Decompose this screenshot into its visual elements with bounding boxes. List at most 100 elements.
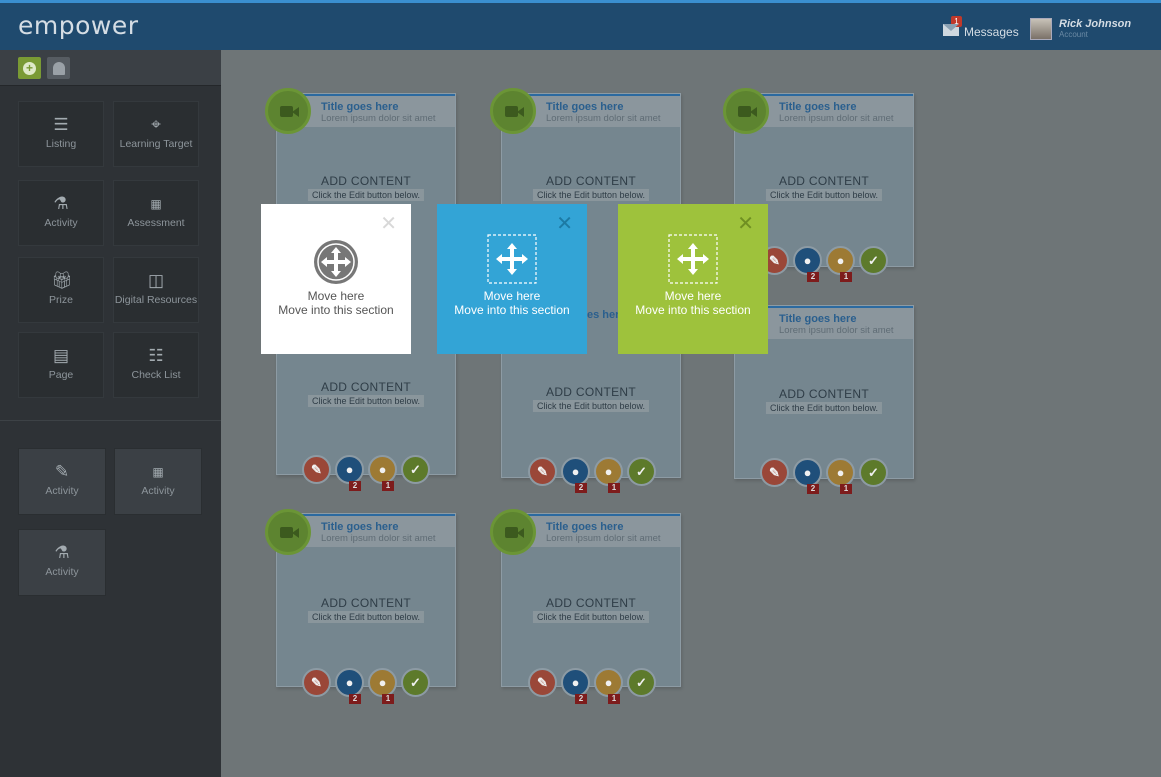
complete-button[interactable]: ✓ (401, 455, 430, 484)
tool-label: Activity (44, 217, 78, 229)
users-button[interactable]: ● 1 (594, 457, 623, 493)
add-content-label: ADD CONTENT (546, 174, 636, 188)
card-body: ADD CONTENT Click the Edit button below. (502, 547, 680, 686)
add-content-label: ADD CONTENT (321, 174, 411, 188)
comment-button[interactable]: ● 2 (793, 458, 822, 494)
sidebar-divider (0, 420, 221, 421)
messages-badge: 1 (951, 16, 962, 27)
card-subtitle: Lorem ipsum dolor sit amet (779, 325, 894, 336)
video-icon[interactable] (723, 88, 769, 134)
document-icon: ▤ (52, 346, 70, 365)
comment-button[interactable]: ● 2 (335, 668, 364, 704)
user-menu[interactable]: Rick Johnson Account (1030, 18, 1131, 40)
complete-button[interactable]: ✓ (859, 246, 888, 275)
tool-activity[interactable]: ⚗ Activity (18, 180, 104, 246)
tool-learning-target[interactable]: ⌖ Learning Target (113, 101, 199, 167)
close-icon[interactable]: ✕ (737, 214, 754, 234)
flask-icon: ⚗ (53, 194, 69, 213)
user-button[interactable] (47, 57, 70, 79)
add-content-hint: Click the Edit button below. (307, 395, 425, 407)
users-button[interactable]: ● 1 (826, 246, 855, 282)
users-button[interactable]: ● 1 (594, 668, 623, 704)
users-button[interactable]: ● 1 (368, 455, 397, 491)
card-subtitle: Lorem ipsum dolor sit amet (779, 113, 894, 124)
recent-activity-1[interactable]: ✎ Activity (18, 448, 106, 515)
account-link[interactable]: Account (1059, 30, 1131, 39)
user-count-badge: 1 (608, 694, 620, 704)
move-target-blue[interactable]: ✕ Move here Move into this section (437, 204, 587, 354)
user-count-badge: 1 (608, 483, 620, 493)
tool-assessment[interactable]: ▦ Assessment (113, 180, 199, 246)
users-button[interactable]: ● 1 (368, 668, 397, 704)
crosshair-icon: ⌖ (151, 115, 161, 134)
video-icon[interactable] (265, 509, 311, 555)
card-actions: ✎ ● 2 ● 1 ✓ (760, 246, 888, 282)
video-icon[interactable] (490, 509, 536, 555)
tool-label: Activity (141, 485, 175, 497)
close-icon[interactable]: ✕ (380, 214, 397, 234)
add-content-hint: Click the Edit button below. (532, 611, 650, 623)
complete-button[interactable]: ✓ (859, 458, 888, 487)
move-target-green[interactable]: ✕ Move here Move into this section (618, 204, 768, 354)
add-content-label: ADD CONTENT (779, 174, 869, 188)
comment-button[interactable]: ● 2 (335, 455, 364, 491)
move-section-label: Move into this section (454, 303, 570, 317)
recent-activity-2[interactable]: ▦ Activity (114, 448, 202, 515)
plus-icon: + (23, 61, 36, 75)
tool-label: Learning Target (119, 138, 193, 150)
edit-button[interactable]: ✎ (302, 455, 331, 484)
user-count-badge: 1 (840, 272, 852, 282)
add-content-label: ADD CONTENT (546, 596, 636, 610)
tool-page[interactable]: ▤ Page (18, 332, 104, 398)
card-title: Title goes here (546, 521, 624, 533)
comment-count-badge: 2 (807, 484, 819, 494)
move-icon (314, 240, 358, 284)
card-subtitle: Lorem ipsum dolor sit amet (321, 533, 436, 544)
complete-button[interactable]: ✓ (401, 668, 430, 697)
card-subtitle: Lorem ipsum dolor sit amet (546, 113, 661, 124)
tool-prize[interactable]: 🎁︎ Prize (18, 257, 104, 323)
add-content-hint: Click the Edit button below. (532, 400, 650, 412)
logo[interactable]: empower (18, 11, 139, 40)
edit-button[interactable]: ✎ (760, 458, 789, 487)
users-button[interactable]: ● 1 (826, 458, 855, 494)
tool-check-list[interactable]: ☷ Check List (113, 332, 199, 398)
tool-label: Listing (45, 138, 77, 150)
user-count-badge: 1 (382, 481, 394, 491)
user-name: Rick Johnson (1059, 18, 1132, 30)
card-title: Title goes here (779, 101, 857, 113)
complete-button[interactable]: ✓ (627, 457, 656, 486)
move-target-white[interactable]: ✕ Move here Move into this section (261, 204, 411, 354)
card-subtitle: Lorem ipsum dolor sit amet (546, 533, 661, 544)
tool-digital-resources[interactable]: ◫ Digital Resources (113, 257, 199, 323)
checklist-icon: ☷ (148, 346, 164, 365)
comment-button[interactable]: ● 2 (793, 246, 822, 282)
edit-button[interactable]: ✎ (302, 668, 331, 697)
add-content-hint: Click the Edit button below. (307, 189, 425, 201)
comment-button[interactable]: ● 2 (561, 668, 590, 704)
messages-label: Messages (964, 25, 1019, 39)
card-title: Title goes here (321, 101, 399, 113)
video-icon[interactable] (490, 88, 536, 134)
edit-button[interactable]: ✎ (528, 457, 557, 486)
envelope-icon: 1 (943, 16, 962, 36)
gift-icon: 🎁︎ (51, 271, 73, 290)
list-icon: ☰ (53, 115, 69, 134)
recent-activity-3[interactable]: ⚗ Activity (18, 529, 106, 596)
complete-button[interactable]: ✓ (627, 668, 656, 697)
close-icon[interactable]: ✕ (556, 214, 573, 234)
abcd-icon: ▦ (150, 197, 162, 211)
user-count-badge: 1 (840, 484, 852, 494)
comment-button[interactable]: ● 2 (561, 457, 590, 493)
tool-listing[interactable]: ☰ Listing (18, 101, 104, 167)
tool-label: Digital Resources (114, 294, 198, 306)
card-title: Title goes here (321, 521, 399, 533)
add-button[interactable]: + (18, 57, 41, 79)
tool-label: Check List (131, 369, 181, 381)
edit-button[interactable]: ✎ (528, 668, 557, 697)
messages-link[interactable]: 1 Messages (943, 16, 1019, 39)
card-actions: ✎ ● 2 ● 1 ✓ (302, 455, 430, 491)
video-icon[interactable] (265, 88, 311, 134)
card-actions: ✎ ● 2 ● 1 ✓ (528, 668, 656, 704)
comment-count-badge: 2 (807, 272, 819, 282)
